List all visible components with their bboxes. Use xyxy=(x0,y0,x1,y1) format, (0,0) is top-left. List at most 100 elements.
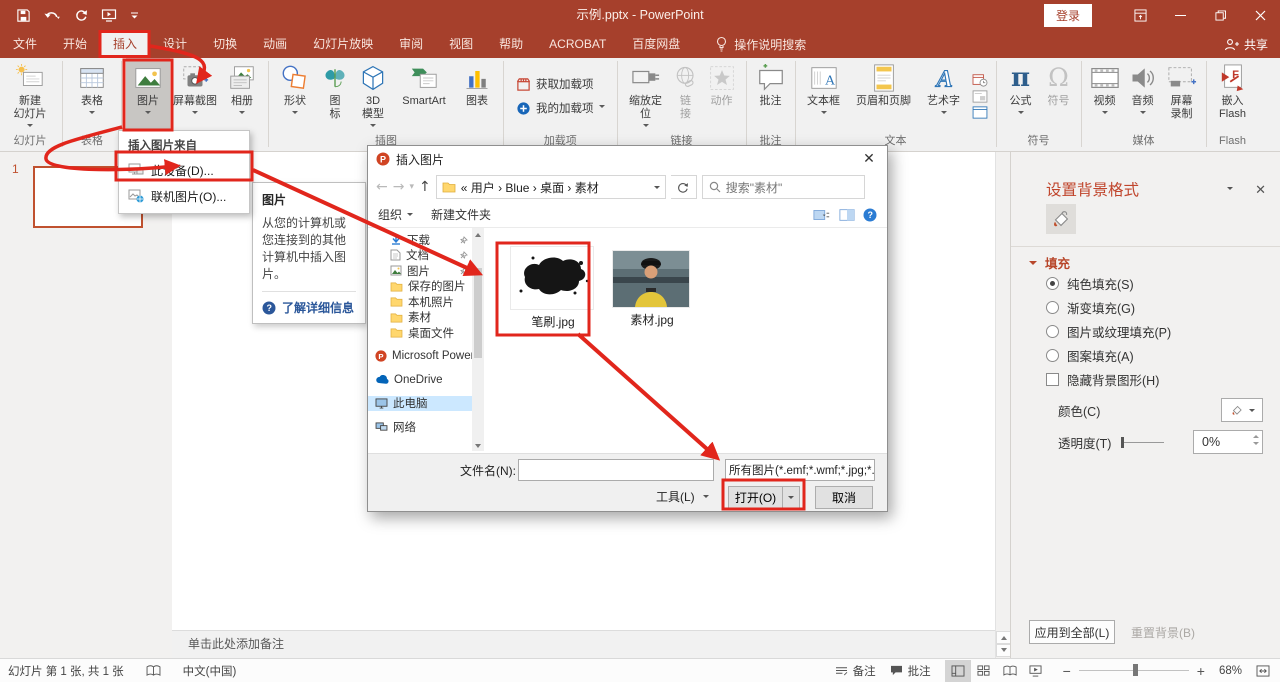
screenshot-button[interactable]: 屏幕截图 xyxy=(170,58,220,134)
slide-number-icon[interactable] xyxy=(972,90,988,103)
object-icon[interactable] xyxy=(972,106,988,119)
table-button[interactable]: 表格 xyxy=(67,58,117,134)
reading-view-button[interactable] xyxy=(997,660,1023,682)
preview-pane-icon[interactable] xyxy=(839,208,855,222)
new-folder-button[interactable]: 新建文件夹 xyxy=(431,206,491,223)
fill-section-header[interactable]: 填充 xyxy=(1029,253,1070,272)
tab-slideshow[interactable]: 幻灯片放映 xyxy=(300,30,386,58)
tab-animations[interactable]: 动画 xyxy=(250,30,300,58)
tab-help[interactable]: 帮助 xyxy=(486,30,536,58)
embed-flash-button[interactable]: F 嵌入 Flash xyxy=(1211,58,1255,134)
language-indicator[interactable]: 中文(中国) xyxy=(183,663,237,679)
notes-placeholder[interactable]: 单击此处添加备注 xyxy=(172,630,995,658)
tools-button[interactable]: 工具(L) xyxy=(656,488,709,505)
sidebar-item-material[interactable]: 素材 xyxy=(368,310,472,326)
slideshow-view-button[interactable] xyxy=(1023,660,1049,682)
cancel-button[interactable]: 取消 xyxy=(815,486,873,509)
redo-icon[interactable] xyxy=(74,8,88,22)
help-icon[interactable]: ? xyxy=(863,208,877,222)
comments-toggle[interactable]: 批注 xyxy=(890,663,931,679)
scroll-down-icon[interactable] xyxy=(996,644,1011,657)
screen-record-button[interactable]: 屏幕 录制 xyxy=(1162,58,1202,134)
filename-input[interactable] xyxy=(518,459,714,481)
spinner-icons[interactable] xyxy=(1253,434,1259,446)
menu-item-online-pictures[interactable]: 联机图片(O)... xyxy=(119,183,249,209)
undo-icon[interactable] xyxy=(44,8,61,22)
wordart-button[interactable]: A 艺术字 xyxy=(920,58,968,134)
sidebar-item-saved-pictures[interactable]: 保存的图片 xyxy=(368,279,472,295)
tab-baidu-netdisk[interactable]: 百度网盘 xyxy=(619,30,693,58)
zoom-slider-thumb[interactable] xyxy=(1133,664,1138,676)
ribbon-display-options-icon[interactable] xyxy=(1120,0,1160,30)
menu-item-this-device[interactable]: 此设备(D)... xyxy=(119,157,249,183)
back-icon[interactable]: ← xyxy=(376,179,388,195)
sidebar-item-powerpoint[interactable]: P Microsoft Power xyxy=(368,349,472,365)
minimize-button[interactable] xyxy=(1160,0,1200,30)
restore-button[interactable] xyxy=(1200,0,1240,30)
tab-view[interactable]: 视图 xyxy=(436,30,486,58)
shapes-button[interactable]: 形状 xyxy=(273,58,317,134)
comment-button[interactable]: 批注 xyxy=(751,58,791,134)
3d-models-button[interactable]: 3D 模型 xyxy=(353,58,393,134)
equation-button[interactable]: π 公式 xyxy=(1001,58,1041,134)
transparency-value-input[interactable]: 0% xyxy=(1193,430,1263,454)
icons-button[interactable]: 图 标 xyxy=(317,58,353,134)
sidebar-item-documents[interactable]: 文档 xyxy=(368,248,472,264)
audio-button[interactable]: 音频 xyxy=(1124,58,1162,134)
textbox-button[interactable]: A 文本框 xyxy=(800,58,848,134)
zoom-slider[interactable] xyxy=(1079,670,1189,671)
dialog-title-bar[interactable]: P 插入图片 ✕ xyxy=(368,146,887,172)
open-button[interactable]: 打开(O) xyxy=(728,486,800,509)
share-button[interactable]: 共享 xyxy=(1224,30,1268,58)
new-slide-button[interactable]: 新建 幻灯片 xyxy=(2,58,58,134)
option-pattern-fill[interactable]: 图案填充(A) xyxy=(1046,346,1134,365)
search-input[interactable]: 搜索"素材" xyxy=(702,175,865,199)
tab-file[interactable]: 文件 xyxy=(0,30,50,58)
sidebar-item-network[interactable]: 网络 xyxy=(368,419,472,435)
up-icon[interactable]: ↑ xyxy=(419,179,431,195)
sidebar-item-pictures[interactable]: 图片 xyxy=(368,263,472,279)
sidebar-item-camera-roll[interactable]: 本机照片 xyxy=(368,294,472,310)
file-item-brush[interactable]: 笔刷.jpg xyxy=(510,246,596,330)
date-time-icon[interactable] xyxy=(972,73,988,87)
slide-sorter-view-button[interactable] xyxy=(971,660,997,682)
zoom-link-button[interactable]: 缩放定 位 xyxy=(622,58,670,134)
save-icon[interactable] xyxy=(16,8,31,23)
customize-qat-icon[interactable] xyxy=(130,11,139,20)
fill-tab[interactable] xyxy=(1046,204,1076,234)
picture-button[interactable]: 图片 xyxy=(126,58,170,134)
open-split-chevron-icon[interactable] xyxy=(782,487,799,508)
dialog-close-icon[interactable]: ✕ xyxy=(851,146,887,172)
sidebar-item-onedrive[interactable]: OneDrive xyxy=(368,372,472,388)
photo-album-button[interactable]: 相册 xyxy=(220,58,264,134)
zoom-out-icon[interactable]: − xyxy=(1063,663,1071,679)
sidebar-item-this-pc[interactable]: 此电脑 xyxy=(368,396,472,412)
refresh-icon[interactable] xyxy=(671,175,697,199)
sidebar-scrollbar[interactable] xyxy=(472,228,484,451)
option-solid-fill[interactable]: 纯色填充(S) xyxy=(1046,274,1134,293)
option-picture-texture-fill[interactable]: 图片或纹理填充(P) xyxy=(1046,322,1171,341)
tell-me-search[interactable]: 操作说明搜索 xyxy=(715,30,806,58)
file-item-material[interactable]: 素材.jpg xyxy=(612,250,692,328)
login-button[interactable]: 登录 xyxy=(1044,4,1092,27)
tab-review[interactable]: 审阅 xyxy=(386,30,436,58)
zoom-level[interactable]: 68% xyxy=(1219,665,1242,677)
tab-insert[interactable]: 插入 xyxy=(100,30,150,58)
tab-transitions[interactable]: 切换 xyxy=(200,30,250,58)
video-button[interactable]: 视频 xyxy=(1086,58,1124,134)
tab-acrobat[interactable]: ACROBAT xyxy=(536,30,619,58)
tab-design[interactable]: 设计 xyxy=(150,30,200,58)
option-hide-background[interactable]: 隐藏背景图形(H) xyxy=(1046,370,1159,389)
smartart-button[interactable]: SmartArt xyxy=(393,58,455,134)
learn-more-link[interactable]: ? 了解详细信息 xyxy=(262,299,356,316)
sidebar-item-downloads[interactable]: 下载 xyxy=(368,232,472,248)
forward-icon[interactable]: → xyxy=(393,179,405,195)
zoom-in-icon[interactable]: + xyxy=(1197,663,1205,679)
start-slideshow-icon[interactable] xyxy=(101,8,117,23)
address-bar[interactable]: « 用户 › Blue › 桌面 › 素材 xyxy=(436,175,666,199)
header-footer-button[interactable]: 页眉和页脚 xyxy=(848,58,920,134)
view-mode-icon[interactable] xyxy=(813,208,831,222)
organize-button[interactable]: 组织 xyxy=(378,206,413,223)
panel-options-chevron-icon[interactable] xyxy=(1227,187,1233,193)
chart-button[interactable]: 图表 xyxy=(455,58,499,134)
